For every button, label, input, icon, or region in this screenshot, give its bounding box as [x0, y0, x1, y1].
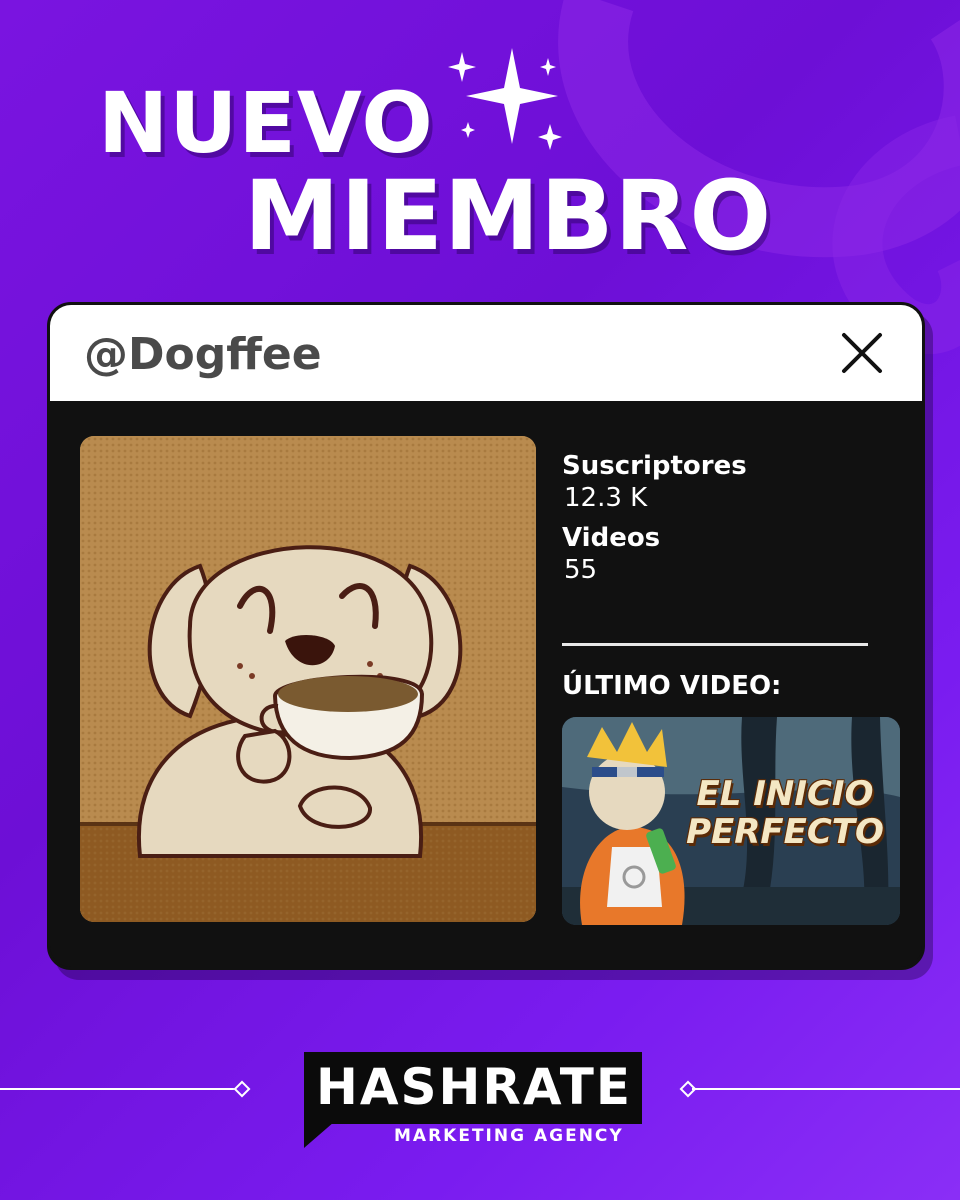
member-card: @Dogffee Suscriptores 12.3 K Videos 55 Ú…	[47, 302, 925, 970]
channel-stats: Suscriptores 12.3 K Videos 55	[562, 451, 882, 595]
channel-avatar	[80, 436, 536, 922]
card-header: @Dogffee	[50, 305, 922, 404]
footer-line-right	[692, 1088, 960, 1090]
close-icon[interactable]	[838, 329, 886, 377]
last-video-thumbnail[interactable]: EL INICIO PERFECTO	[562, 717, 900, 925]
brand-logo: HASHRATE MARKETING AGENCY	[304, 1052, 646, 1148]
headline-line2: MIEMBRO	[244, 160, 773, 272]
last-video-title: EL INICIO PERFECTO	[686, 774, 884, 852]
channel-handle: @Dogffee	[84, 329, 322, 380]
subscribers-value: 12.3 K	[564, 483, 648, 513]
headline-line1: NUEVO	[98, 74, 434, 172]
brand-box: HASHRATE	[304, 1052, 642, 1124]
dog-coffee-illustration	[80, 436, 536, 922]
footer-dot-left	[233, 1080, 251, 1098]
footer-line-left	[0, 1088, 236, 1090]
subscribers-label: Suscriptores	[562, 451, 747, 481]
speech-tail-icon	[304, 1122, 334, 1148]
videos-label: Videos	[562, 523, 661, 553]
sparkles-icon	[448, 48, 562, 150]
last-video-label: ÚLTIMO VIDEO:	[562, 671, 782, 701]
stats-divider	[562, 643, 868, 646]
brand-name: HASHRATE	[316, 1058, 632, 1116]
brand-subtitle: MARKETING AGENCY	[394, 1126, 624, 1146]
headline: NUEVO MIEMBRO	[0, 0, 960, 280]
videos-value: 55	[564, 555, 598, 585]
